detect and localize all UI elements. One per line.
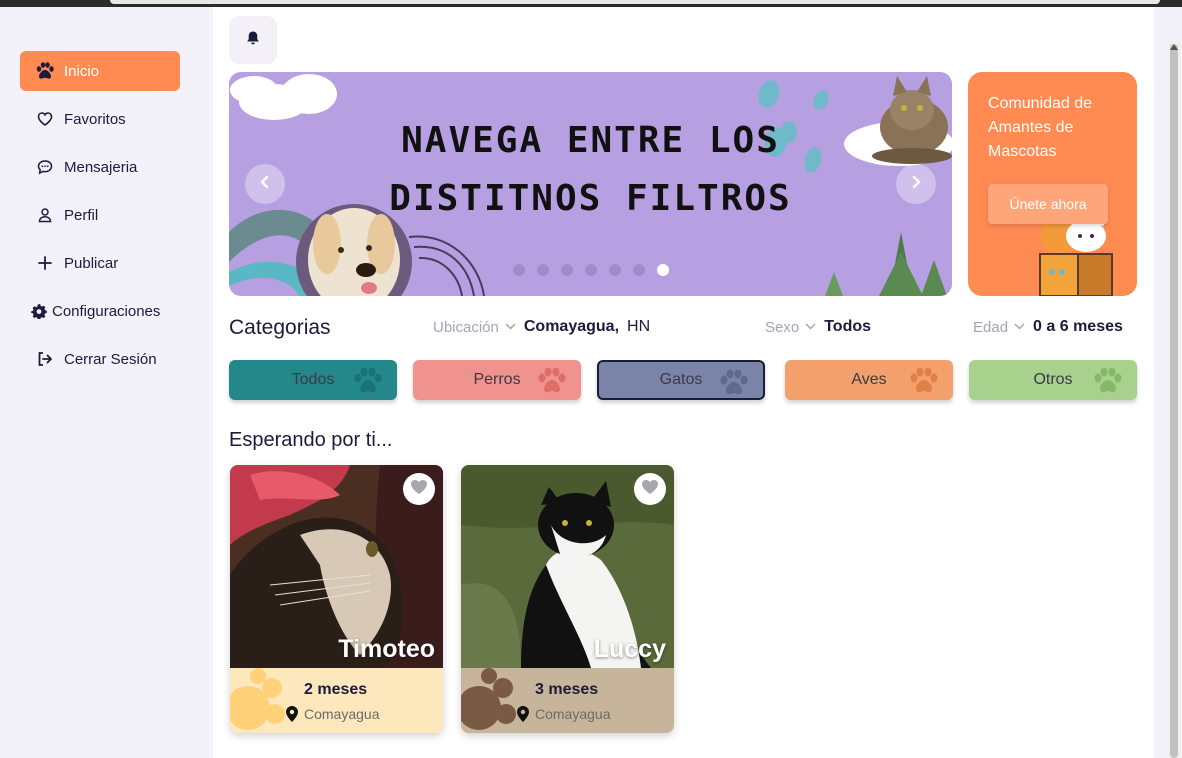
paw-icon xyxy=(719,369,749,401)
location-filter-label: Ubicación xyxy=(433,318,499,336)
scrollbar-thumb[interactable] xyxy=(1170,44,1178,758)
category-label: Todos xyxy=(291,371,335,388)
category-label: Perros xyxy=(473,371,521,388)
favorite-button[interactable] xyxy=(403,473,435,505)
pet-location: Comayagua xyxy=(286,706,380,722)
pet-card[interactable]: Timoteo 2 meses Comayagua xyxy=(230,465,443,733)
carousel-next-button[interactable] xyxy=(896,164,936,204)
bell-icon xyxy=(245,30,261,51)
scrollbar[interactable] xyxy=(1168,40,1180,758)
carousel-dot[interactable] xyxy=(633,264,645,276)
sidebar: Inicio Favoritos Mensajeria Perfil Publi… xyxy=(0,7,212,758)
plus-icon xyxy=(34,252,56,274)
app-frame: Inicio Favoritos Mensajeria Perfil Publi… xyxy=(0,0,1182,758)
paw-icon xyxy=(353,367,383,399)
paw-icon xyxy=(34,60,56,82)
pet-age: 2 meses xyxy=(304,681,368,698)
categories-title: Categorias xyxy=(229,316,331,339)
carousel-prev-button[interactable] xyxy=(245,164,285,204)
heart-icon xyxy=(34,108,56,130)
chat-icon xyxy=(34,156,56,178)
carousel-dot[interactable] xyxy=(513,264,525,276)
sidebar-item-label: Perfil xyxy=(64,206,99,224)
category-otros-button[interactable]: Otros xyxy=(969,360,1137,400)
carousel-dot[interactable] xyxy=(585,264,597,276)
sex-filter-value: Todos xyxy=(824,318,872,335)
chevron-down-icon xyxy=(1014,321,1025,333)
paw-icon xyxy=(909,367,939,399)
section-title: Esperando por ti... xyxy=(229,429,393,451)
scroll-up-arrow[interactable] xyxy=(1170,44,1178,50)
age-filter[interactable]: Edad 0 a 6 meses xyxy=(973,318,1123,336)
promo-text: Comunidad de Amantes de Mascotas xyxy=(988,95,1093,160)
carousel-dot-active[interactable] xyxy=(657,264,669,276)
pet-location-text: Comayagua xyxy=(304,706,380,722)
sidebar-item-label: Favoritos xyxy=(64,110,126,128)
chevron-down-icon xyxy=(505,321,516,333)
sidebar-item-configuraciones[interactable]: Configuraciones xyxy=(14,291,184,331)
age-filter-value: 0 a 6 meses xyxy=(1033,318,1123,335)
category-aves-button[interactable]: Aves xyxy=(785,360,953,400)
notifications-button[interactable] xyxy=(229,16,277,64)
map-pin-icon xyxy=(517,706,529,722)
category-label: Gatos xyxy=(659,371,703,388)
right-gutter xyxy=(1154,7,1168,758)
carousel-dot[interactable] xyxy=(609,264,621,276)
logout-icon xyxy=(34,348,56,370)
user-icon xyxy=(34,204,56,226)
pet-name: Timoteo xyxy=(338,635,435,663)
sidebar-item-label: Configuraciones xyxy=(52,302,161,320)
sidebar-item-publicar[interactable]: Publicar xyxy=(20,243,180,283)
heart-icon xyxy=(641,479,659,500)
banner-headline-line2: DISTITNOS FILTROS xyxy=(389,178,792,219)
paw-icon xyxy=(1093,367,1123,399)
pet-location: Comayagua xyxy=(517,706,611,722)
sidebar-item-label: Inicio xyxy=(64,62,100,80)
sidebar-item-label: Publicar xyxy=(64,254,119,272)
location-country: HN xyxy=(627,318,651,335)
category-label: Otros xyxy=(1033,371,1073,388)
location-filter[interactable]: Ubicación Comayagua, HN xyxy=(433,318,650,336)
paw-decoration-icon xyxy=(230,668,285,730)
pet-info: 2 meses Comayagua xyxy=(230,668,443,733)
carousel-dot[interactable] xyxy=(537,264,549,276)
pet-age: 3 meses xyxy=(535,681,599,698)
pet-info: 3 meses Comayagua xyxy=(461,668,674,733)
paw-decoration-icon xyxy=(461,668,516,730)
chevron-right-icon xyxy=(910,175,922,194)
banner-headline-line1: NAVEGA ENTRE LOS xyxy=(401,120,780,161)
carousel-dot[interactable] xyxy=(561,264,573,276)
join-now-button[interactable]: Únete ahora xyxy=(988,184,1108,224)
location-city: Comayagua, xyxy=(523,318,620,335)
chevron-left-icon xyxy=(259,175,271,194)
pet-card[interactable]: Luccy 3 meses Comayagua xyxy=(461,465,674,733)
sex-filter-label: Sexo xyxy=(765,318,800,336)
hero-carousel: NAVEGA ENTRE LOS DISTITNOS FILTROS xyxy=(229,72,952,296)
sex-filter[interactable]: Sexo Todos xyxy=(765,318,871,336)
gear-icon xyxy=(28,300,50,322)
sidebar-item-mensajeria[interactable]: Mensajeria xyxy=(20,147,180,187)
category-gatos-button[interactable]: Gatos xyxy=(597,360,765,400)
sidebar-item-cerrar-sesion[interactable]: Cerrar Sesión xyxy=(20,339,180,379)
favorite-button[interactable] xyxy=(634,473,666,505)
heart-icon xyxy=(410,479,428,500)
category-perros-button[interactable]: Perros xyxy=(413,360,581,400)
sidebar-item-label: Mensajeria xyxy=(64,158,138,176)
community-promo-card: Comunidad de Amantes de Mascotas Únete a… xyxy=(968,72,1137,296)
chevron-down-icon xyxy=(805,321,816,333)
window-top-edge xyxy=(0,0,1182,7)
pet-name: Luccy xyxy=(593,635,666,663)
sidebar-item-favoritos[interactable]: Favoritos xyxy=(20,99,180,139)
category-todos-button[interactable]: Todos xyxy=(229,360,397,400)
age-filter-label: Edad xyxy=(973,318,1009,336)
pet-location-text: Comayagua xyxy=(535,706,611,722)
sidebar-item-perfil[interactable]: Perfil xyxy=(20,195,180,235)
sidebar-item-inicio[interactable]: Inicio xyxy=(20,51,180,91)
paw-icon xyxy=(537,367,567,399)
map-pin-icon xyxy=(286,706,298,722)
category-label: Aves xyxy=(851,371,887,388)
sidebar-item-label: Cerrar Sesión xyxy=(64,350,157,368)
